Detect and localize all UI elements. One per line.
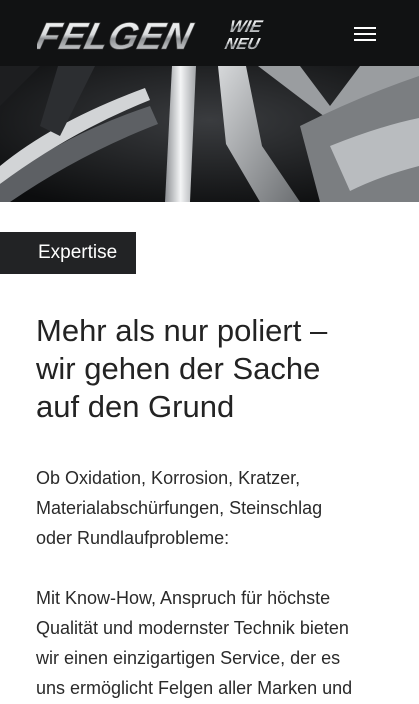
brand-logo[interactable]: FELGEN WIE NEU [37,13,277,55]
menu-bar [354,39,376,41]
logo-main-text: FELGEN [37,16,198,55]
section-title: Mehr als nur poliert – wir gehen der Sac… [36,312,396,426]
logo-neu-text: NEU [223,35,262,53]
paragraph-line: Materialabschürfungen, Steinschlag [36,498,323,518]
paragraph-line: oder Rundlaufprobleme: [36,528,230,548]
logo-wie-text: WIE [227,16,264,36]
menu-bar [354,33,376,35]
menu-bar [354,27,376,29]
site-header: FELGEN WIE NEU [0,0,419,66]
service-paragraph: Mit Know-How, Anspruch für höchste Quali… [36,583,396,703]
intro-paragraph: Ob Oxidation, Korrosion, Kratzer, Materi… [36,463,396,553]
hero-image [0,66,419,202]
section-tag: Expertise [0,232,136,274]
paragraph-line: Qualität und modernster Technik bieten [36,618,349,638]
hamburger-menu-icon[interactable] [354,24,380,44]
wheel-rim-illustration [0,66,419,202]
paragraph-line: Ob Oxidation, Korrosion, Kratzer, [36,468,301,488]
section-tag-label: Expertise [38,242,118,263]
title-line: Mehr als nur poliert – [36,313,328,348]
paragraph-line: uns ermöglicht Felgen aller Marken und [36,678,353,698]
title-line: auf den Grund [36,389,235,424]
paragraph-line: Mit Know-How, Anspruch für höchste [36,588,331,608]
title-line: wir gehen der Sache [36,351,321,386]
paragraph-line: wir einen einzigartigen Service, der es [36,648,341,668]
